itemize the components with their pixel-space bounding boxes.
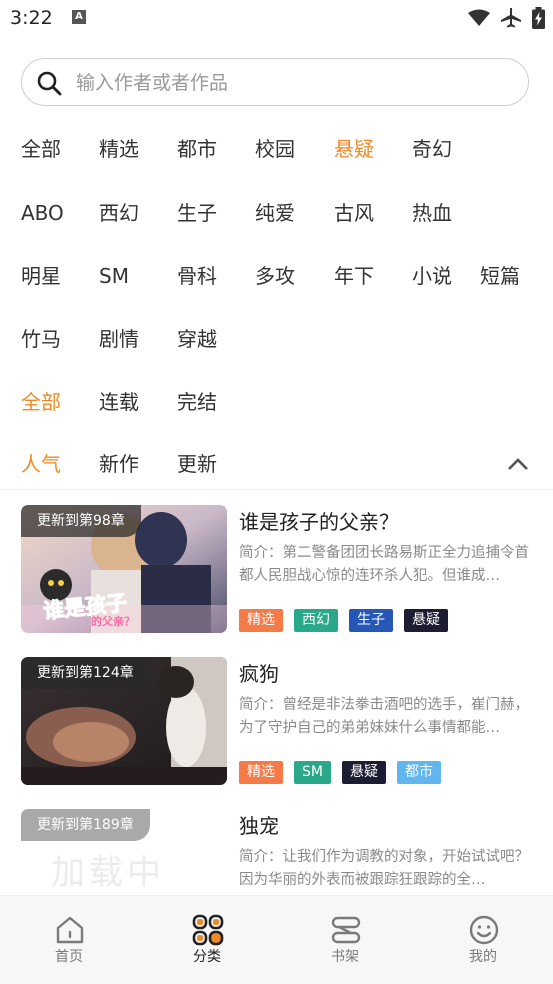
search-input[interactable] [74, 59, 518, 106]
notification-a-icon: A [72, 10, 86, 24]
status-time: 3:22 [10, 7, 53, 29]
bookshelf-icon [331, 916, 361, 944]
tag: 生子 [349, 609, 393, 632]
book-intro: 简介：第二警备团团长路易斯正全力追捕令首都人民胆战心惊的连环杀人犯。但谁成… [239, 545, 529, 584]
nav-category[interactable]: 分类 [138, 896, 276, 984]
nav-home[interactable]: 首页 [0, 896, 138, 984]
genre-chip[interactable]: 全部 [21, 129, 61, 169]
status-filter-all[interactable]: 全部 [21, 382, 61, 422]
genre-chip[interactable]: ABO [21, 193, 64, 233]
genre-chip[interactable]: 明星 [21, 256, 61, 296]
genre-chip[interactable]: 古风 [334, 193, 374, 233]
collapse-chevron-up-icon[interactable] [507, 457, 529, 471]
search-icon [37, 71, 62, 96]
book-item[interactable]: 加载中 更新到第189章 独宠 简介：让我们作为调教的对象，开始试试吧？ 因为华… [0, 804, 553, 894]
book-cover[interactable]: 加载中 更新到第189章 [21, 809, 227, 894]
book-tags: 精选 西幻 生子 悬疑 [239, 609, 448, 632]
cover-loading-text: 加载中 [51, 853, 165, 893]
status-bar: 3:22 A [0, 0, 553, 38]
tag: 悬疑 [404, 609, 448, 632]
tag: SM [294, 761, 331, 784]
book-tags: 精选 SM 悬疑 都市 [239, 761, 441, 784]
genre-chip[interactable]: 校园 [255, 129, 295, 169]
category-icon [192, 914, 224, 946]
nav-home-label: 首页 [55, 949, 83, 965]
genre-chip[interactable]: 都市 [177, 129, 217, 169]
search-box[interactable] [21, 58, 529, 106]
book-title[interactable]: 独宠 [239, 810, 279, 839]
status-filter-completed[interactable]: 完结 [177, 382, 217, 422]
genre-chip[interactable]: 纯爱 [255, 193, 295, 233]
cover-subtitle-text: 的父亲？ [91, 615, 135, 628]
home-icon [56, 916, 84, 944]
genre-chip[interactable]: 小说 [412, 256, 452, 296]
wifi-icon [468, 9, 490, 26]
genre-chip[interactable]: 多攻 [255, 256, 295, 296]
tag: 西幻 [294, 609, 338, 632]
sort-popular[interactable]: 人气 [21, 444, 61, 484]
genre-chip[interactable]: 穿越 [177, 319, 217, 359]
nav-profile-label: 我的 [469, 949, 497, 965]
bottom-nav: 首页 分类 书架 我的 [0, 895, 553, 984]
genre-chip[interactable]: 西幻 [99, 193, 139, 233]
tag: 精选 [239, 609, 283, 632]
battery-charging-icon [532, 7, 545, 29]
genre-chip[interactable]: 竹马 [21, 319, 61, 359]
sort-new[interactable]: 新作 [99, 444, 139, 484]
chapter-update-badge: 更新到第124章 [21, 657, 150, 689]
genre-chip[interactable]: 热血 [412, 193, 452, 233]
chapter-update-badge: 更新到第189章 [21, 809, 150, 841]
book-item[interactable]: 更新到第124章 疯狗 简介：曾经是非法拳击酒吧的选手，崔门赫，为了守护自己的弟… [0, 652, 553, 792]
nav-profile[interactable]: 我的 [414, 896, 552, 984]
profile-icon [469, 915, 499, 945]
book-cover[interactable]: 更新到第124章 [21, 657, 227, 785]
book-cover[interactable]: 谁是孩子 的父亲？ 更新到第98章 [21, 505, 227, 633]
airplane-mode-icon [501, 8, 521, 28]
genre-chip[interactable]: 短篇 [480, 256, 520, 296]
genre-chip[interactable]: 骨科 [177, 256, 217, 296]
chapter-update-badge: 更新到第98章 [21, 505, 141, 537]
genre-chip[interactable]: 年下 [334, 256, 374, 296]
genre-chip[interactable]: SM [99, 256, 129, 296]
status-filter-ongoing[interactable]: 连载 [99, 382, 139, 422]
genre-chip[interactable]: 悬疑 [334, 129, 374, 169]
book-title[interactable]: 疯狗 [239, 658, 279, 687]
genre-chip[interactable]: 剧情 [99, 319, 139, 359]
nav-bookshelf[interactable]: 书架 [276, 896, 414, 984]
status-icons [468, 6, 545, 30]
tag: 悬疑 [341, 761, 386, 784]
tag: 都市 [396, 761, 441, 784]
nav-bookshelf-label: 书架 [331, 949, 359, 965]
book-intro: 简介：曾经是非法拳击酒吧的选手，崔门赫，为了守护自己的弟弟妹妹什么事情都能… [239, 697, 529, 736]
book-list: 谁是孩子 的父亲？ 更新到第98章 谁是孩子的父亲？ 简介：第二警备团团长路易斯… [0, 500, 553, 894]
book-item[interactable]: 谁是孩子 的父亲？ 更新到第98章 谁是孩子的父亲？ 简介：第二警备团团长路易斯… [0, 500, 553, 640]
book-title[interactable]: 谁是孩子的父亲？ [239, 506, 399, 535]
genre-chip[interactable]: 精选 [99, 129, 139, 169]
book-intro: 简介：让我们作为调教的对象，开始试试吧？ 因为华丽的外表而被跟踪狂跟踪的全… [239, 849, 529, 888]
nav-category-label: 分类 [193, 949, 221, 965]
genre-chip[interactable]: 生子 [177, 193, 217, 233]
sort-updated[interactable]: 更新 [177, 444, 217, 484]
genre-chip[interactable]: 奇幻 [412, 129, 452, 169]
divider [0, 489, 553, 490]
tag: 精选 [239, 761, 283, 784]
